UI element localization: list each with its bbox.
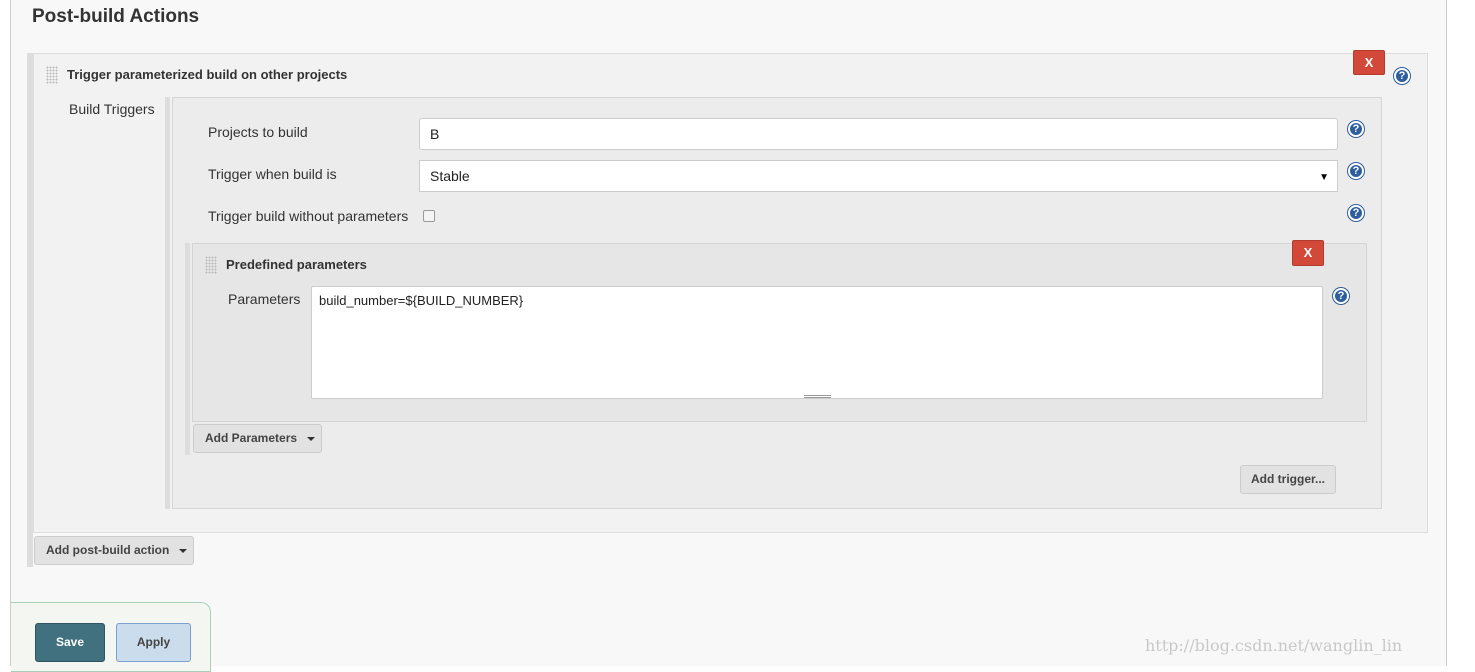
add-trigger-button[interactable]: Add trigger...: [1240, 465, 1336, 494]
add-post-build-action-button[interactable]: Add post-build action: [34, 536, 194, 565]
resize-handle[interactable]: [804, 395, 831, 398]
action-title: Trigger parameterized build on other pro…: [67, 67, 348, 82]
help-icon[interactable]: ?: [1348, 163, 1364, 179]
build-triggers-label: Build Triggers: [69, 101, 155, 117]
watermark: http://blog.csdn.net/wanglin_lin: [1145, 636, 1403, 655]
help-icon[interactable]: ?: [1333, 288, 1349, 304]
no-params-checkbox[interactable]: [423, 210, 435, 222]
add-parameters-button[interactable]: Add Parameters: [193, 424, 322, 453]
help-icon[interactable]: ?: [1348, 121, 1364, 137]
projects-label: Projects to build: [208, 124, 308, 140]
triggers-bar: [165, 97, 170, 509]
help-icon[interactable]: ?: [1348, 205, 1364, 221]
no-params-label: Trigger build without parameters: [208, 208, 409, 224]
save-button[interactable]: Save: [35, 623, 105, 662]
dropdown-arrow-icon: ▼: [1319, 172, 1329, 183]
apply-button[interactable]: Apply: [116, 623, 191, 662]
trigger-when-value: Stable: [430, 168, 470, 184]
params-bar: [185, 243, 190, 455]
parameters-textarea[interactable]: build_number=${BUILD_NUMBER}: [311, 286, 1323, 399]
add-post-build-label: Add post-build action: [46, 543, 170, 557]
drag-handle-icon[interactable]: [46, 66, 58, 84]
parameters-label: Parameters: [228, 291, 301, 307]
add-parameters-label: Add Parameters: [205, 431, 298, 445]
caret-down-icon: [179, 548, 188, 553]
drag-handle-icon[interactable]: [205, 256, 217, 274]
trigger-when-label: Trigger when build is: [208, 166, 337, 182]
trigger-when-select[interactable]: Stable ▼: [419, 160, 1338, 192]
section-title: Post-build Actions: [32, 6, 200, 27]
delete-parameters-button[interactable]: X: [1292, 240, 1324, 266]
projects-input[interactable]: B: [419, 118, 1338, 150]
help-icon[interactable]: ?: [1394, 68, 1410, 84]
predefined-title: Predefined parameters: [226, 257, 367, 272]
delete-action-button[interactable]: X: [1353, 50, 1385, 75]
caret-down-icon: [307, 436, 316, 441]
